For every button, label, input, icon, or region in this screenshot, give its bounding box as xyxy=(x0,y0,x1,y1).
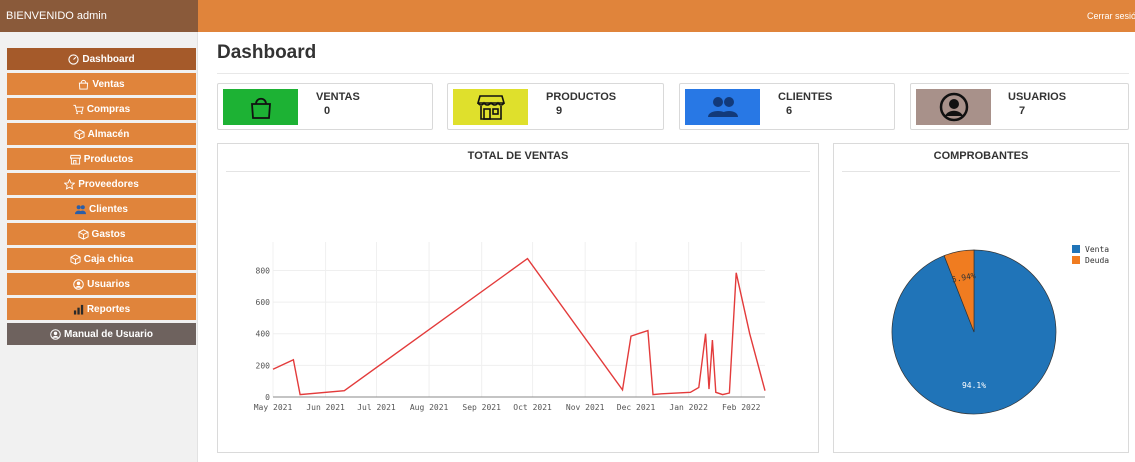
x-tick-label: Feb 2022 xyxy=(722,403,761,412)
bar-chart-icon xyxy=(73,304,84,315)
card-value: 7 xyxy=(1019,105,1026,117)
store-icon xyxy=(476,95,505,120)
card-icon-box xyxy=(453,89,528,125)
sidebar-menu: Dashboard Ventas Compras Almacén Productos Pr… xyxy=(7,48,196,348)
dashboard-icon xyxy=(68,53,80,65)
chart-title: COMPROBANTES xyxy=(933,150,1029,162)
x-tick-label: Jul 2021 xyxy=(357,403,396,412)
sidebar-item-usuarios[interactable]: Usuarios xyxy=(7,273,196,295)
card-usuarios[interactable]: USUARIOS 7 xyxy=(910,83,1129,130)
sidebar-item-label: Ventas xyxy=(92,78,125,90)
box-icon xyxy=(74,128,85,140)
x-tick-label: Sep 2021 xyxy=(462,403,501,412)
sidebar-item-label: Usuarios xyxy=(87,278,130,290)
y-tick-label: 600 xyxy=(256,298,271,307)
sidebar-item-label: Manual de Usuario xyxy=(64,328,153,340)
box-icon xyxy=(70,253,81,265)
bag-icon xyxy=(250,97,271,119)
top-bar-accent: Cerrar sesión xyxy=(198,0,1135,32)
user-circle-icon xyxy=(73,278,84,290)
bag-icon xyxy=(78,79,89,90)
y-tick-label: 400 xyxy=(256,330,271,339)
sidebar-item-clientes[interactable]: Clientes xyxy=(7,198,196,220)
y-tick-label: 800 xyxy=(256,266,271,275)
ventas-line-chart: May 2021 Jun 2021 Jul 2021 Aug 2021 Sep 2021… xyxy=(254,242,766,412)
users-icon xyxy=(75,204,87,215)
store-icon xyxy=(69,154,81,165)
x-tick-label: Aug 2021 xyxy=(410,403,449,412)
cart-icon xyxy=(73,104,84,115)
x-tick-label: Dec 2021 xyxy=(617,403,656,412)
sidebar-item-label: Clientes xyxy=(89,203,128,215)
sidebar-item-label: Dashboard xyxy=(82,53,135,65)
sidebar-item-reportes[interactable]: Reportes xyxy=(7,298,196,320)
comprobantes-chart-panel: COMPROBANTES 94.1% 5.94% Venta Deuda xyxy=(833,143,1129,453)
sidebar-item-label: Compras xyxy=(86,103,131,115)
sidebar-item-label: Gastos xyxy=(91,228,126,240)
x-tick-label: Jun 2021 xyxy=(306,403,345,412)
card-label: USUARIOS xyxy=(1008,91,1067,103)
card-label: VENTAS xyxy=(316,91,360,103)
legend-label: Venta xyxy=(1085,245,1109,254)
card-ventas[interactable]: VENTAS 0 xyxy=(217,83,433,130)
sidebar-item-label: Productos xyxy=(83,153,134,165)
box-icon xyxy=(78,228,89,240)
sidebar: Dashboard Ventas Compras Almacén Productos Pr… xyxy=(0,32,198,462)
sidebar-item-dashboard[interactable]: Dashboard xyxy=(7,48,196,70)
x-tick-label: Nov 2021 xyxy=(566,403,605,412)
logout-link[interactable]: Cerrar sesión xyxy=(1087,0,1135,32)
card-value: 9 xyxy=(556,105,563,117)
x-tick-label: May 2021 xyxy=(254,403,293,412)
sidebar-item-label: Caja chica xyxy=(83,253,134,265)
comprobantes-pie-chart: 94.1%5.94%VentaDeuda xyxy=(891,245,1109,415)
sidebar-item-manual-de-usuario[interactable]: Manual de Usuario xyxy=(7,323,196,345)
sidebar-item-compras[interactable]: Compras xyxy=(7,98,196,120)
legend-label: Deuda xyxy=(1085,256,1109,265)
sidebar-item-label: Almacén xyxy=(87,128,130,140)
sidebar-item-ventas[interactable]: Ventas xyxy=(7,73,196,95)
star-icon xyxy=(64,178,76,190)
page-title: Dashboard xyxy=(217,42,317,63)
sidebar-item-gastos[interactable]: Gastos xyxy=(7,223,196,245)
sidebar-item-almac-n[interactable]: Almacén xyxy=(7,123,196,145)
x-tick-label: Oct 2021 xyxy=(513,403,552,412)
top-bar: BIENVENIDO admin Cerrar sesión xyxy=(0,0,1135,32)
card-productos[interactable]: PRODUCTOS 9 xyxy=(447,83,664,130)
divider xyxy=(217,73,1129,74)
card-value: 0 xyxy=(324,105,331,117)
card-value: 6 xyxy=(786,105,793,117)
sidebar-item-proveedores[interactable]: Proveedores xyxy=(7,173,196,195)
legend-swatch xyxy=(1072,256,1080,264)
card-label: PRODUCTOS xyxy=(546,91,617,103)
y-tick-label: 0 xyxy=(265,393,270,402)
users-icon xyxy=(707,97,738,117)
y-tick-label: 200 xyxy=(256,361,271,370)
card-clientes[interactable]: CLIENTES 6 xyxy=(679,83,895,130)
card-label: CLIENTES xyxy=(778,91,833,103)
ventas-series-line xyxy=(272,257,766,396)
card-icon-box xyxy=(685,89,760,125)
sidebar-item-productos[interactable]: Productos xyxy=(7,148,196,170)
legend-swatch xyxy=(1072,245,1080,253)
pie-slice-label: 94.1% xyxy=(962,381,986,390)
sidebar-item-label: Reportes xyxy=(86,303,131,315)
welcome-text: BIENVENIDO admin xyxy=(0,0,198,32)
sidebar-item-caja-chica[interactable]: Caja chica xyxy=(7,248,196,270)
chart-title: TOTAL DE VENTAS xyxy=(467,150,569,162)
card-icon-box xyxy=(223,89,298,125)
card-icon-box xyxy=(916,89,991,125)
ventas-chart-panel: TOTAL DE VENTAS May 2021 Jun 2021 Jul 2021… xyxy=(217,143,819,453)
x-tick-label: Jan 2022 xyxy=(669,403,708,412)
sidebar-item-label: Proveedores xyxy=(78,178,139,190)
user-circle-icon xyxy=(50,328,61,340)
user-circle-icon xyxy=(939,92,968,122)
